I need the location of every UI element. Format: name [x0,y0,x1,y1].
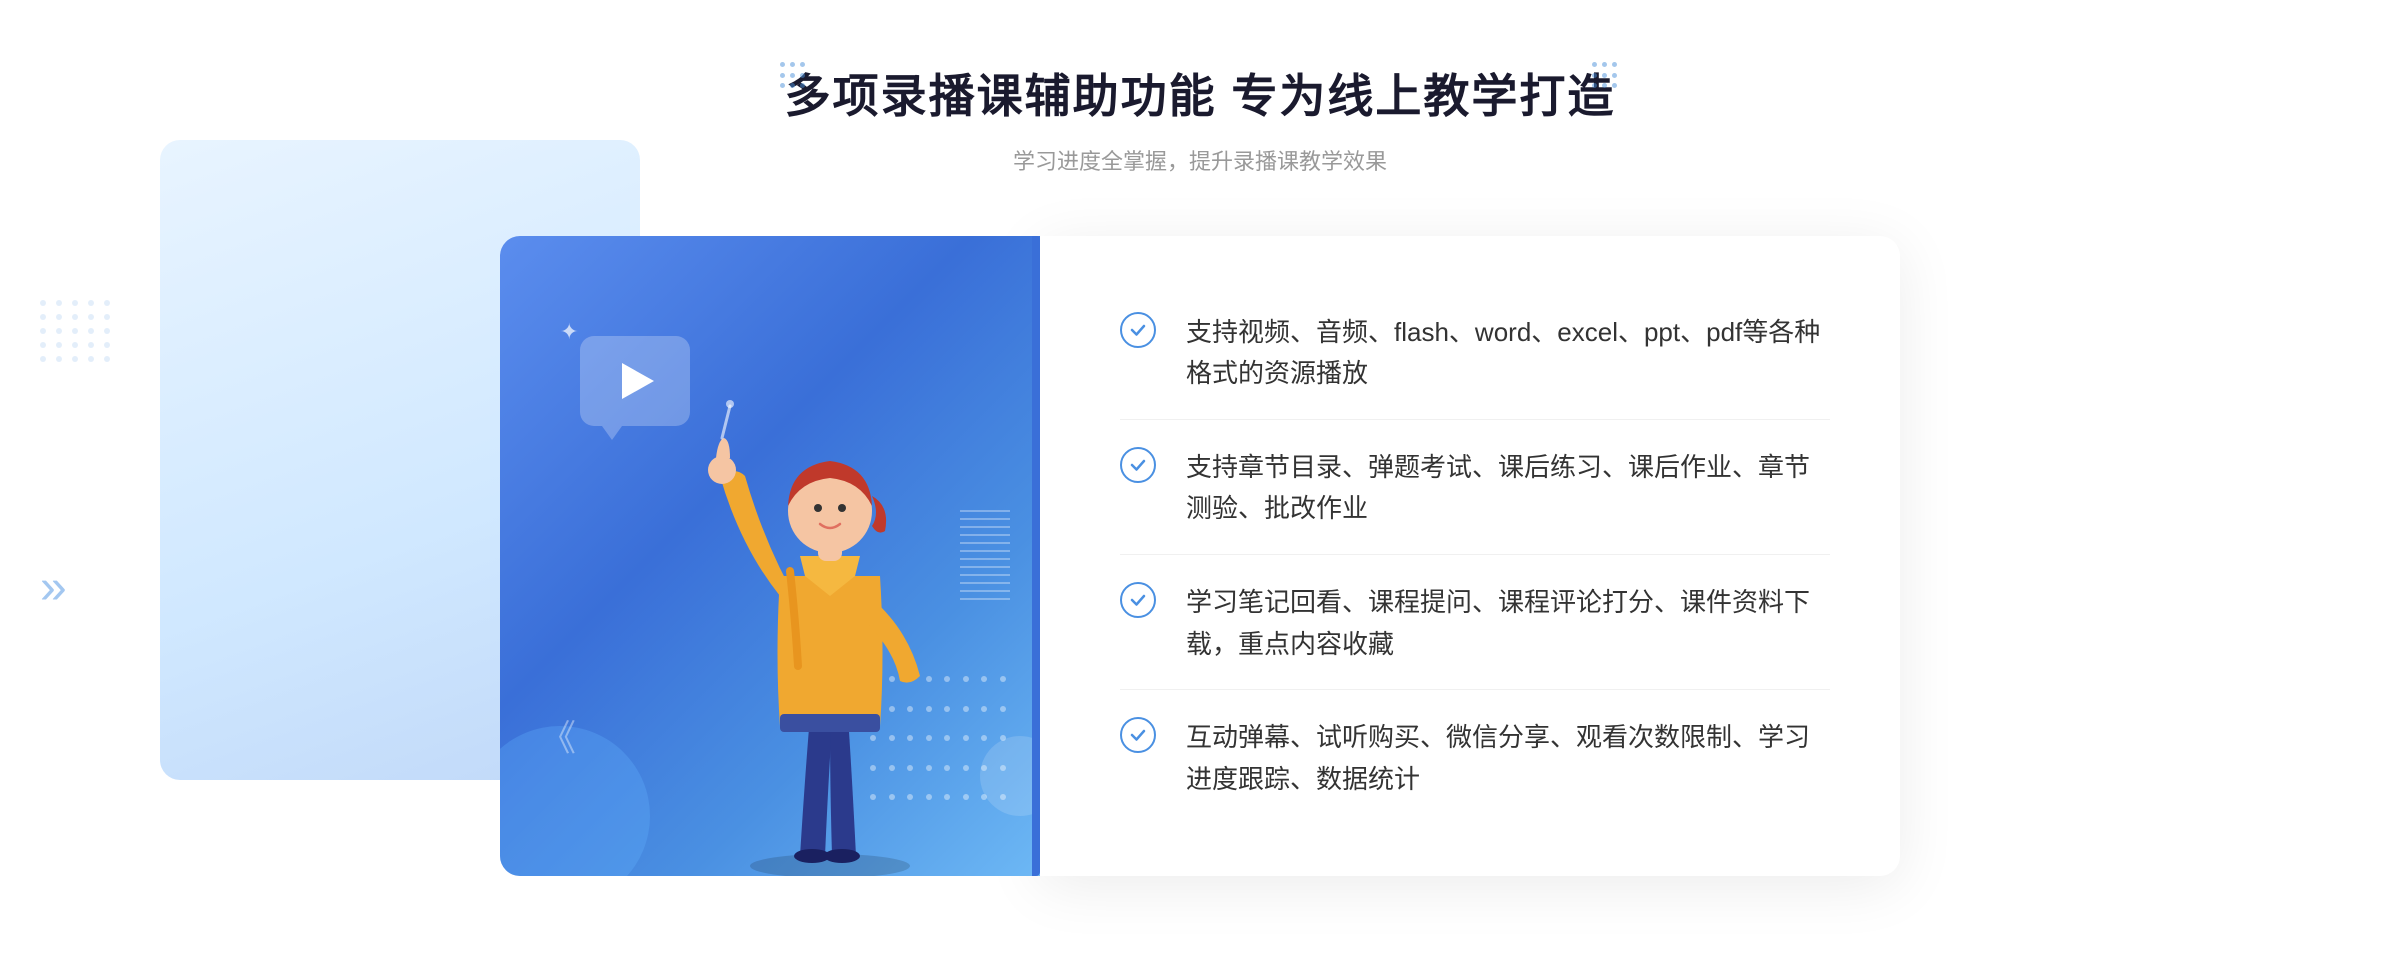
features-panel: 支持视频、音频、flash、word、excel、ppt、pdf等各种格式的资源… [1040,236,1900,876]
feature-item-2: 支持章节目录、弹题考试、课后练习、课后作业、章节测验、批改作业 [1120,423,1830,555]
play-bubble [580,336,690,426]
page-left-dots-deco [40,300,112,362]
feature-text-3: 学习笔记回看、课程提问、课程评论打分、课件资料下载，重点内容收藏 [1186,582,1830,665]
illustration-card: ✦ 《 [500,236,1040,876]
page-subtitle: 学习进度全掌握，提升录播课教学效果 [1013,144,1387,176]
page-title: 多项录播课辅助功能 专为线上教学打造 [785,60,1616,126]
title-deco-dots-right [1592,62,1620,90]
page-container: 多项录播课辅助功能 专为线上教学打造 学习进度全掌握，提升录播课教学效果 » ✦ [0,0,2400,974]
page-left-chevron-deco: » [40,560,67,615]
check-icon-3 [1120,582,1156,618]
person-illustration [680,396,980,876]
feature-item-1: 支持视频、音频、flash、word、excel、ppt、pdf等各种格式的资源… [1120,288,1830,420]
triangle-decoration: 《 [540,720,576,756]
sparkle-decoration: ✦ [560,321,578,343]
check-icon-2 [1120,447,1156,483]
feature-item-3: 学习笔记回看、课程提问、课程评论打分、课件资料下载，重点内容收藏 [1120,558,1830,690]
check-icon-1 [1120,312,1156,348]
play-icon [622,363,654,399]
blue-vertical-bar [1032,236,1040,876]
feature-text-4: 互动弹幕、试听购买、微信分享、观看次数限制、学习进度跟踪、数据统计 [1186,717,1830,800]
feature-item-4: 互动弹幕、试听购买、微信分享、观看次数限制、学习进度跟踪、数据统计 [1120,693,1830,824]
main-content: ✦ 《 [500,236,1900,876]
feature-text-2: 支持章节目录、弹题考试、课后练习、课后作业、章节测验、批改作业 [1186,447,1830,530]
title-deco-dots-left [780,62,808,90]
check-icon-4 [1120,717,1156,753]
feature-text-1: 支持视频、音频、flash、word、excel、ppt、pdf等各种格式的资源… [1186,312,1830,395]
